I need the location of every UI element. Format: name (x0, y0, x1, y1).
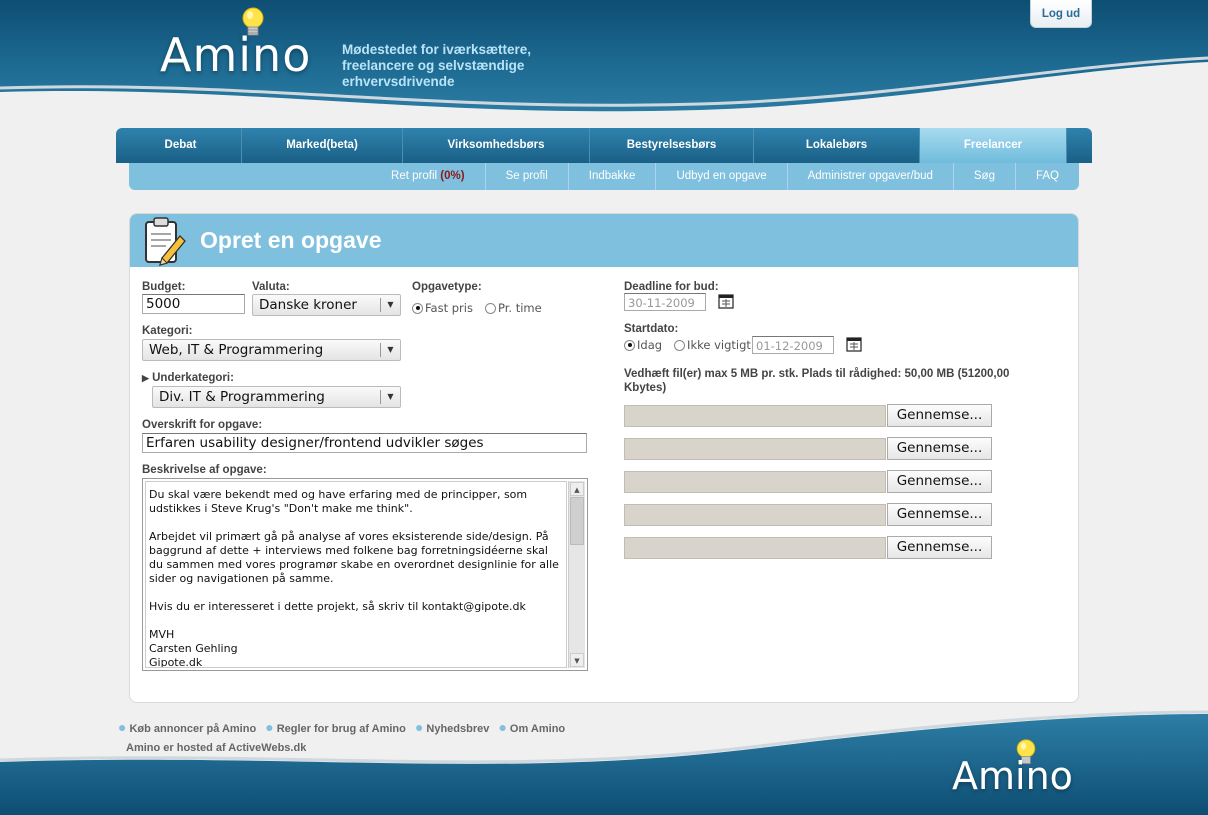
subcategory-value: Div. IT & Programmering (159, 389, 325, 405)
subnav-edit-profile[interactable]: Ret profil (0%) (371, 163, 485, 190)
browse-button[interactable]: Gennemse... (887, 536, 992, 559)
subnav-inbox[interactable]: Indbakke (567, 163, 656, 190)
description-paragraph: Hvis du er interesseret i dette projekt,… (149, 600, 526, 613)
calendar-icon[interactable] (846, 336, 862, 352)
description-paragraph: Du skal være bekendt med og have erfarin… (149, 488, 528, 515)
footer-links: ● Køb annoncer på Amino ● Regler for brug … (118, 719, 571, 735)
heading-label: Overskrift for opgave: (142, 419, 263, 431)
tab-debat[interactable]: Debat (120, 128, 242, 163)
create-task-panel: Opret en opgave Budget: 5000 Valuta: Dan… (129, 213, 1079, 703)
radio-not-important[interactable] (674, 339, 686, 351)
file-path-field[interactable] (624, 504, 886, 526)
scroll-up-icon[interactable]: ▲ (570, 482, 584, 496)
radio-today-label: Idag (637, 338, 663, 352)
tagline: Mødestedet for iværksættere, freelancere… (342, 42, 532, 89)
radio-fixed-price[interactable] (412, 302, 423, 314)
subnav-see-profile[interactable]: Se profil (484, 163, 568, 190)
task-type-label: Opgavetype: (412, 281, 482, 293)
budget-input[interactable]: 5000 (142, 294, 245, 314)
attachment-label: Vedhæft fil(er) max 5 MB pr. stk. Plads … (624, 368, 1010, 394)
subcategory-label: ▶ Underkategori: (142, 372, 234, 384)
chevron-down-icon: ▼ (380, 343, 400, 357)
footer-link-rules[interactable]: Regler for brug af Amino (277, 723, 406, 735)
radio-today[interactable] (624, 339, 635, 351)
description-paragraph: MVH Carsten Gehling Gipote.dk (149, 628, 238, 668)
currency-value: Danske kroner (259, 297, 357, 313)
page-title: Opret en opgave (200, 227, 382, 253)
subcategory-select[interactable]: Div. IT & Programmering ▼ (152, 386, 401, 408)
clipboard-pencil-icon (145, 217, 186, 266)
currency-select[interactable]: Danske kroner ▼ (252, 294, 401, 316)
hosted-by-text: Amino er hosted af ActiveWebs.dk (126, 742, 307, 754)
bullet-icon: ● (498, 719, 507, 735)
start-date-radio-group: Idag Ikke vigtigt (624, 338, 751, 352)
expand-arrow-icon[interactable]: ▶ (142, 373, 149, 383)
footer-link-newsletter[interactable]: Nyhedsbrev (426, 723, 489, 735)
footer-link-about[interactable]: Om Amino (510, 723, 565, 735)
file-path-field[interactable] (624, 537, 886, 559)
file-path-field[interactable] (624, 438, 886, 460)
currency-label: Valuta: (252, 281, 290, 293)
radio-hourly[interactable] (484, 302, 496, 314)
browse-button[interactable]: Gennemse... (887, 503, 992, 526)
file-path-field[interactable] (624, 471, 886, 493)
tab-virksomhedsbors[interactable]: Virksomhedsbørs (403, 128, 590, 163)
task-type-radio-group: Fast pris Pr. time (412, 301, 542, 315)
profile-completion-badge: (0%) (440, 170, 465, 182)
browse-button[interactable]: Gennemse... (887, 437, 992, 460)
deadline-input[interactable]: 30-11-2009 (624, 293, 706, 311)
scrollbar[interactable]: ▲ ▼ (568, 481, 585, 668)
calendar-icon[interactable] (718, 293, 734, 309)
start-date-input[interactable]: 01-12-2009 (752, 336, 834, 354)
panel-header: Opret en opgave (130, 214, 1078, 267)
main-nav: Debat Marked(beta) Virksomhedsbørs Besty… (116, 128, 1092, 163)
category-value: Web, IT & Programmering (149, 342, 324, 358)
subnav-manage-tasks[interactable]: Administrer opgaver/bud (786, 163, 953, 190)
bullet-icon: ● (118, 719, 127, 735)
bullet-icon: ● (414, 719, 424, 735)
deadline-label: Deadline for bud: (624, 281, 719, 293)
radio-hourly-label: Pr. time (497, 301, 542, 315)
tab-lokalebors[interactable]: Lokalebørs (754, 128, 920, 163)
tab-bestyrelsesbors[interactable]: Bestyrelsesbørs (590, 128, 754, 163)
tab-freelancer[interactable]: Freelancer (920, 128, 1067, 163)
logo-text: Amino (160, 28, 312, 82)
sub-nav: Ret profil (0%) Se profil Indbakke Udbyd… (129, 163, 1079, 190)
footer-logo[interactable]: Amino (952, 754, 1073, 798)
browse-button[interactable]: Gennemse... (887, 404, 992, 427)
amino-logo[interactable]: Amino (160, 6, 330, 86)
subnav-faq[interactable]: FAQ (1014, 163, 1079, 190)
description-label: Beskrivelse af opgave: (142, 464, 267, 476)
chevron-down-icon: ▼ (380, 390, 400, 404)
file-path-field[interactable] (624, 405, 886, 427)
category-select[interactable]: Web, IT & Programmering ▼ (142, 339, 401, 361)
logout-button[interactable]: Log ud (1030, 0, 1092, 28)
category-label: Kategori: (142, 325, 193, 337)
subnav-edit-profile-label: Ret profil (391, 170, 438, 182)
tab-marked[interactable]: Marked(beta) (242, 128, 403, 163)
description-paragraph: Arbejdet vil primært gå på analyse af vo… (149, 530, 559, 585)
start-date-label: Startdato: (624, 323, 679, 335)
footer-link-ads[interactable]: Køb annoncer på Amino (129, 723, 256, 735)
description-text: Du skal være bekendt med og have erfarin… (145, 481, 567, 668)
bullet-icon: ● (265, 719, 274, 735)
heading-input[interactable]: Erfaren usability designer/frontend udvi… (142, 433, 587, 453)
subnav-offer-task[interactable]: Udbyd en opgave (655, 163, 786, 190)
scroll-thumb[interactable] (570, 497, 584, 545)
browse-button[interactable]: Gennemse... (887, 470, 992, 493)
description-textarea[interactable]: Du skal være bekendt med og have erfarin… (142, 478, 588, 671)
subcategory-label-text: Underkategori: (152, 372, 234, 384)
radio-not-important-label: Ikke vigtigt (687, 338, 751, 352)
chevron-down-icon: ▼ (380, 298, 400, 312)
scroll-down-icon[interactable]: ▼ (570, 653, 584, 667)
radio-fixed-price-label: Fast pris (425, 301, 473, 315)
budget-label: Budget: (142, 281, 186, 293)
subnav-search[interactable]: Søg (952, 163, 1015, 190)
